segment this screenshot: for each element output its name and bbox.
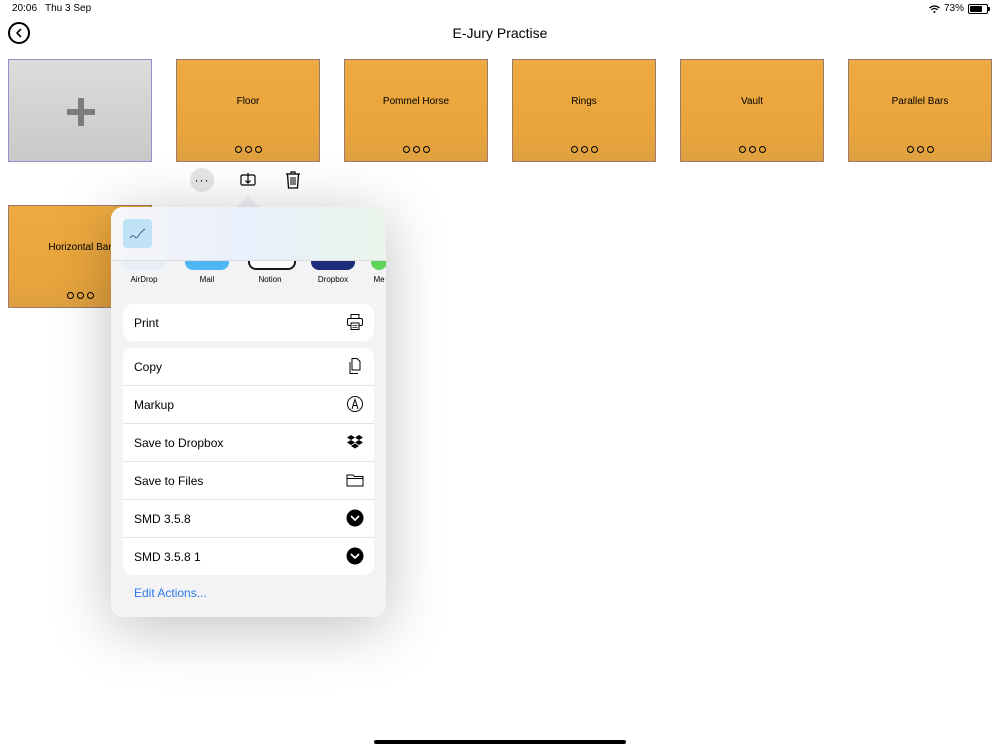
- actions-group: Copy Markup Save to Dropbox Save to File…: [123, 348, 374, 575]
- action-label: Markup: [134, 397, 175, 412]
- action-markup[interactable]: Markup: [123, 386, 374, 424]
- ellipsis-icon: ···: [194, 173, 210, 187]
- share-sheet: AirDrop Mail Notion Dropbox Me Print Cop…: [111, 207, 386, 617]
- page-title: E-Jury Practise: [452, 25, 548, 41]
- battery-icon: [968, 3, 990, 14]
- add-tile-button[interactable]: [8, 59, 152, 162]
- app-label: Dropbox: [317, 275, 349, 284]
- share-apps-row: AirDrop Mail Notion Dropbox Me: [111, 261, 386, 301]
- battery-percent: 73%: [943, 3, 964, 14]
- status-right: 73%: [929, 3, 990, 14]
- action-save-to-files[interactable]: Save to Files: [123, 462, 374, 500]
- signature-icon: [129, 228, 146, 239]
- app-label: Me: [373, 275, 385, 284]
- action-label: Save to Files: [134, 473, 204, 488]
- tile-pommel-horse[interactable]: Pommel Horse: [344, 59, 488, 162]
- action-label: Print: [134, 315, 159, 330]
- action-save-to-dropbox[interactable]: Save to Dropbox: [123, 424, 374, 462]
- share-button[interactable]: [236, 168, 260, 192]
- dropbox-app-icon: [311, 261, 355, 270]
- app-label: AirDrop: [130, 275, 158, 284]
- edit-actions-link[interactable]: Edit Actions...: [134, 586, 207, 600]
- copy-icon: [346, 357, 364, 375]
- dots-icon: [177, 146, 319, 153]
- action-print[interactable]: Print: [123, 304, 374, 341]
- shortcut-icon: [346, 547, 364, 565]
- delete-button[interactable]: [281, 168, 305, 192]
- dots-icon: [345, 146, 487, 153]
- action-label: Save to Dropbox: [134, 435, 224, 450]
- tile-label: Parallel Bars: [891, 96, 949, 107]
- action-label: SMD 3.5.8 1: [134, 549, 201, 564]
- tile-label: Vault: [740, 96, 764, 107]
- action-copy[interactable]: Copy: [123, 348, 374, 386]
- action-label: SMD 3.5.8: [134, 511, 191, 526]
- mail-icon: [185, 261, 229, 270]
- shortcut-icon: [346, 509, 364, 527]
- wifi-icon: [929, 4, 940, 13]
- plus-icon: [67, 98, 95, 126]
- notion-icon: [248, 261, 296, 270]
- messages-icon: [371, 261, 386, 270]
- status-date: Thu 3 Sep: [45, 3, 92, 14]
- print-group: Print: [123, 304, 374, 341]
- dropbox-icon: [346, 433, 364, 451]
- trash-icon: [286, 171, 300, 189]
- tile-parallel-bars[interactable]: Parallel Bars: [848, 59, 992, 162]
- tile-label: Pommel Horse: [382, 96, 450, 107]
- tile-rings[interactable]: Rings: [512, 59, 656, 162]
- action-label: Copy: [134, 359, 163, 374]
- tile-label: Floor: [236, 96, 260, 107]
- dots-icon: [849, 146, 991, 153]
- export-icon: [240, 173, 256, 186]
- action-shortcut-smd-1[interactable]: SMD 3.5.8 1: [123, 538, 374, 575]
- tile-vault[interactable]: Vault: [680, 59, 824, 162]
- share-sheet-header: [111, 207, 386, 261]
- folder-icon: [346, 471, 364, 489]
- app-label: Notion: [258, 275, 282, 284]
- home-indicator: [374, 740, 626, 744]
- tile-label: Rings: [571, 96, 597, 107]
- airdrop-icon: [122, 261, 166, 270]
- dots-icon: [513, 146, 655, 153]
- action-shortcut-smd[interactable]: SMD 3.5.8: [123, 500, 374, 538]
- status-bar: 20:06 Thu 3 Sep 73%: [0, 0, 1000, 18]
- tile-floor[interactable]: Floor: [176, 59, 320, 162]
- document-thumbnail: [123, 219, 152, 248]
- app-label: Mail: [199, 275, 215, 284]
- printer-icon: [346, 313, 364, 331]
- more-button[interactable]: ···: [190, 168, 214, 192]
- dots-icon: [681, 146, 823, 153]
- markup-icon: [346, 395, 364, 413]
- status-time: 20:06: [12, 3, 38, 14]
